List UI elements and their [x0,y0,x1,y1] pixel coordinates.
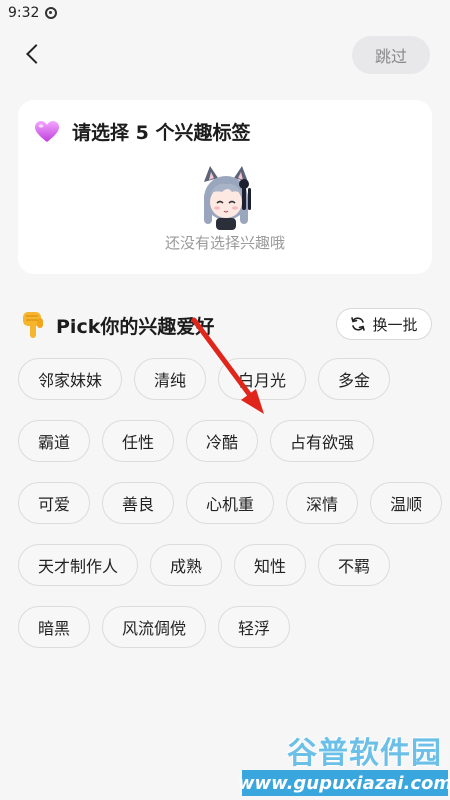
settings-gear-icon [45,7,58,19]
tag-row: 邻家妹妹 清纯 白月光 多金 [18,358,432,400]
heart-icon [35,120,59,142]
tag-item[interactable]: 多金 [318,358,391,400]
pointing-down-hand-icon [23,312,43,338]
empty-selection-text: 还没有选择兴趣哦 [164,234,285,252]
tag-item[interactable]: 深情 [286,482,359,524]
pick-section-header: Pick你的兴趣爱好 换一批 [20,308,432,342]
tag-item[interactable]: 善良 [102,482,175,524]
back-arrow-icon[interactable] [20,40,48,68]
tag-row: 霸道 任性 冷酷 占有欲强 [18,420,432,462]
tag-item[interactable]: 温顺 [370,482,443,524]
interest-tags: 邻家妹妹 清纯 白月光 多金 霸道 任性 冷酷 占有欲强 可爱 善良 心机重 深… [18,358,443,668]
site-watermark: 谷普软件园 www.gupuxiazai.com [238,728,450,800]
tag-item[interactable]: 清纯 [134,358,207,400]
tag-item[interactable]: 风流倜傥 [102,606,207,648]
tag-row: 可爱 善良 心机重 深情 温顺 [18,482,443,524]
refresh-label: 换一批 [372,315,418,334]
tag-item[interactable]: 成熟 [150,544,223,586]
tag-row: 天才制作人 成熟 知性 不羁 [18,544,432,586]
watermark-url: www.gupuxiazai.com [238,770,450,796]
tag-item[interactable]: 任性 [102,420,175,462]
watermark-brand: 谷普软件园 [287,736,442,771]
card-title: 请选择 5 个兴趣标签 [72,122,251,144]
status-bar: 9:32 [0,0,450,26]
tag-item[interactable]: 邻家妹妹 [18,358,123,400]
refresh-icon [351,317,366,331]
top-bar: 跳过 [0,30,450,82]
tag-item[interactable]: 可爱 [18,482,91,524]
tag-item[interactable]: 轻浮 [218,606,291,648]
mascot-girl-image [204,166,251,230]
tag-item[interactable]: 霸道 [18,420,91,462]
tag-item[interactable]: 占有欲强 [270,420,375,462]
refresh-batch-button[interactable]: 换一批 [336,308,432,340]
tag-item[interactable]: 心机重 [186,482,275,524]
status-time: 9:32 [8,5,40,21]
pick-section-title: Pick你的兴趣爱好 [56,316,215,338]
tag-item[interactable]: 天才制作人 [18,544,139,586]
tag-item[interactable]: 白月光 [218,358,307,400]
card-title-row: 请选择 5 个兴趣标签 [34,118,250,145]
tag-row: 暗黑 风流倜傥 轻浮 [18,606,432,648]
tag-item[interactable]: 知性 [234,544,307,586]
tag-item[interactable]: 暗黑 [18,606,91,648]
selection-card: 请选择 5 个兴趣标签 还没有选择兴趣哦 [18,100,432,274]
tag-item[interactable]: 冷酷 [186,420,259,462]
tag-item[interactable]: 不羁 [318,544,391,586]
skip-button[interactable]: 跳过 [352,36,430,74]
